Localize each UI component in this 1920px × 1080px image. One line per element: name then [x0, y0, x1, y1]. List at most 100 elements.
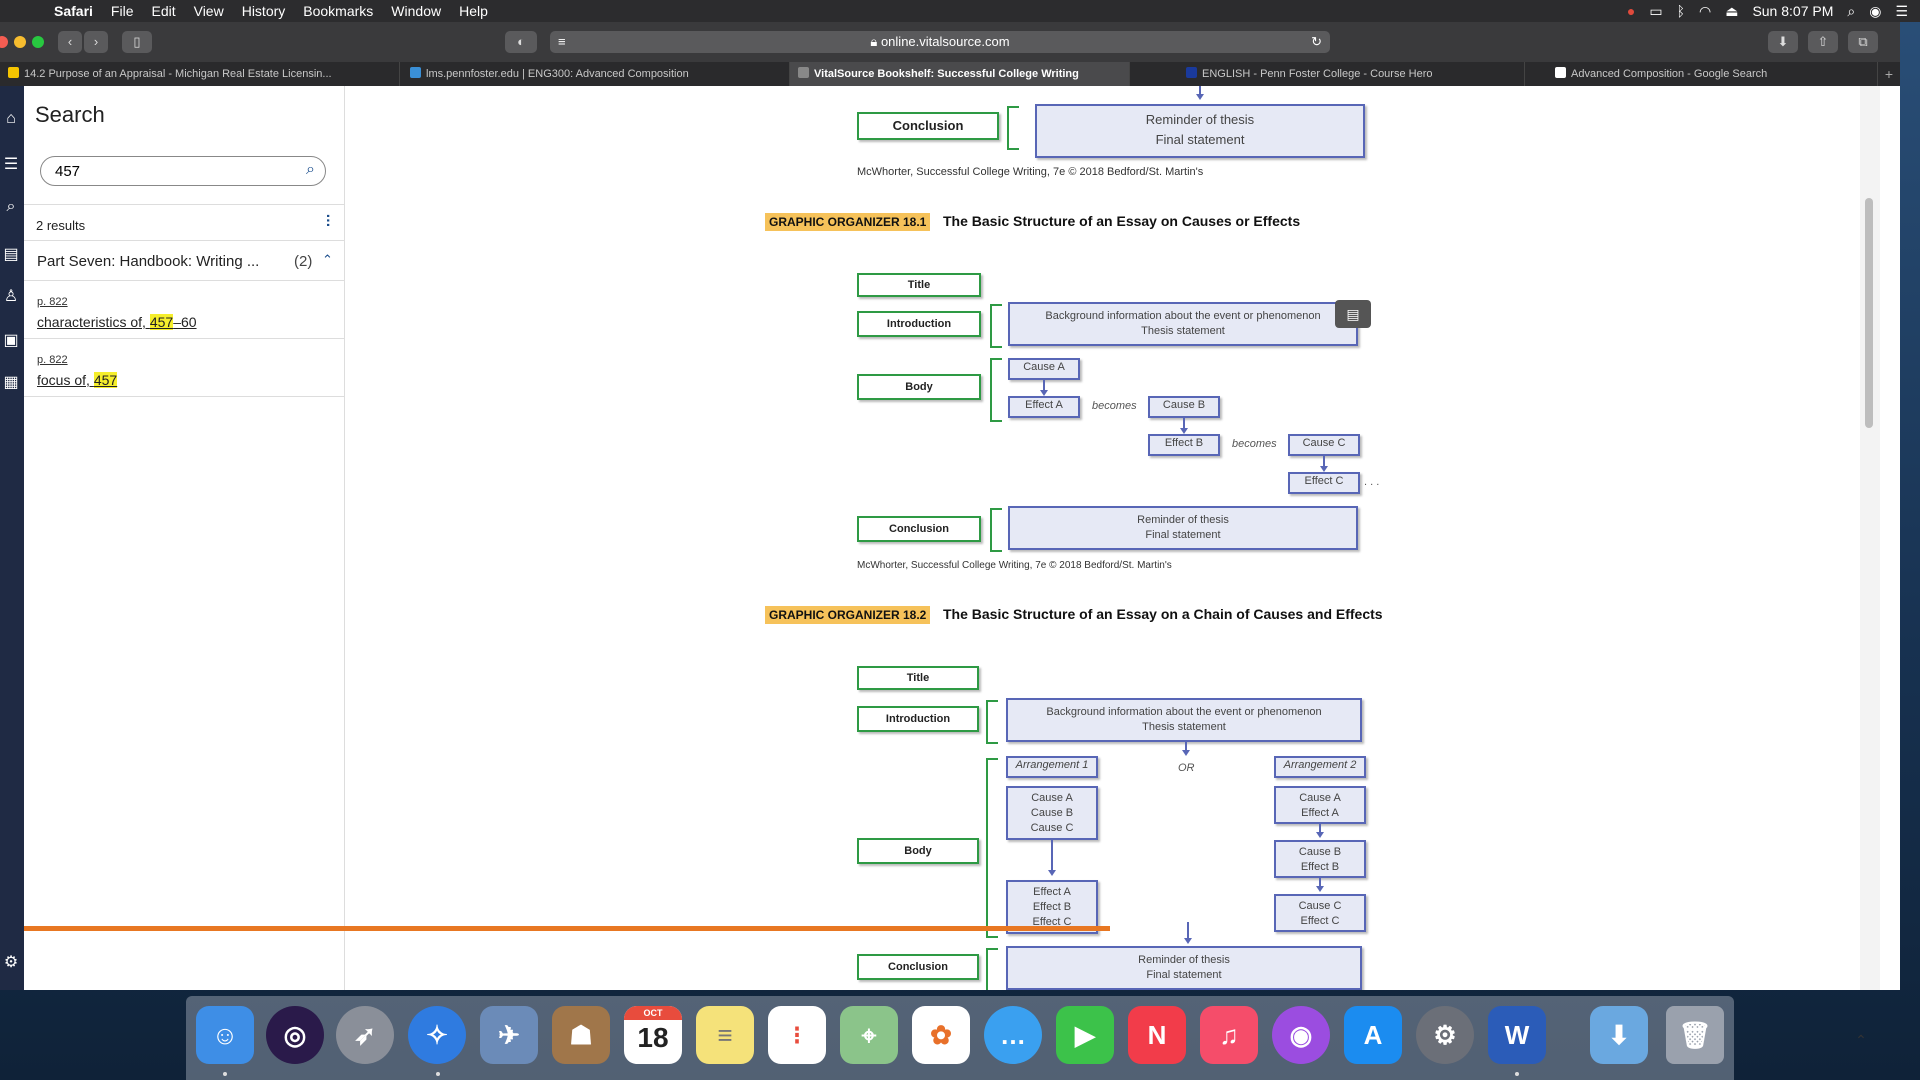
launchpad-icon[interactable]: ➶ — [336, 1006, 394, 1064]
menu-view[interactable]: View — [194, 3, 224, 19]
tab-label: 14.2 Purpose of an Appraisal - Michigan … — [24, 68, 332, 80]
zoom-window-button[interactable] — [32, 36, 44, 48]
tab-course-hero[interactable]: ENGLISH - Penn Foster College - Course H… — [1130, 62, 1525, 86]
safari-icon[interactable]: ✧ — [408, 1006, 466, 1064]
book-icon[interactable]: ▤ — [2, 244, 20, 263]
calendar-icon[interactable]: OCT 18 — [624, 1006, 682, 1064]
go2-conclusion-label: Conclusion — [857, 954, 979, 980]
result-link[interactable]: characteristics of, 457–60 — [37, 314, 197, 330]
bracket — [990, 358, 1002, 422]
close-window-button[interactable] — [0, 36, 8, 48]
app-store-icon[interactable]: A — [1344, 1006, 1402, 1064]
contacts-icon[interactable]: ☗ — [552, 1006, 610, 1064]
chevron-up-icon[interactable]: ⌃ — [322, 252, 333, 268]
result-page-link[interactable]: p. 822 — [37, 354, 68, 366]
airplay-icon[interactable]: ▭ — [1649, 3, 1662, 20]
bracket — [1007, 106, 1019, 150]
sidebar-toggle-icon[interactable]: ▯ — [122, 31, 152, 53]
filter-icon[interactable]: ⫶ — [326, 214, 330, 232]
tab-bar: 14.2 Purpose of an Appraisal - Michigan … — [0, 62, 1900, 86]
facetime-icon[interactable]: ▶ — [1056, 1006, 1114, 1064]
go2-title-box: Title — [857, 666, 979, 690]
reader-scrollbar[interactable] — [1860, 86, 1880, 990]
settings-icon[interactable]: ⚙ — [2, 952, 20, 971]
finder-icon[interactable]: ☺ — [196, 1006, 254, 1064]
flashcards-icon[interactable]: ▣ — [2, 330, 20, 349]
word-icon[interactable]: W — [1488, 1006, 1546, 1064]
tab-pennfoster-lms[interactable]: lms.pennfoster.edu | ENG300: Advanced Co… — [400, 62, 790, 86]
arrow-down-icon — [1182, 750, 1190, 756]
result-page-link[interactable]: p. 822 — [37, 296, 68, 308]
tab-vitalsource[interactable]: VitalSource Bookshelf: Successful Colleg… — [790, 62, 1130, 86]
notifications-icon[interactable]: ♙ — [2, 286, 20, 305]
go1-cause-a: Cause A — [1008, 358, 1080, 380]
home-icon[interactable]: ⌂ — [2, 110, 20, 128]
contents-icon[interactable]: ☰ — [2, 154, 20, 173]
ellipsis-label: . . . — [1364, 476, 1380, 488]
comment-icon[interactable]: ▤ — [1335, 300, 1371, 328]
go2-arrangement-2: Arrangement 2 — [1274, 756, 1366, 778]
address-bar[interactable]: ≡ 🔒︎ online.vitalsource.com ↻ — [550, 31, 1330, 53]
divider — [24, 396, 344, 397]
messages-icon[interactable]: … — [984, 1006, 1042, 1064]
search-input[interactable] — [53, 162, 287, 181]
tab-appraisal[interactable]: 14.2 Purpose of an Appraisal - Michigan … — [0, 62, 400, 86]
downloads-icon[interactable]: ⬇ — [1768, 31, 1798, 53]
menubar-clock[interactable]: Sun 8:07 PM — [1752, 3, 1833, 19]
photos-icon[interactable]: ✿ — [912, 1006, 970, 1064]
chevron-up-icon[interactable]: ⌃ — [1846, 1032, 1876, 1050]
conclusion-line: Final statement — [1155, 132, 1245, 147]
wifi-icon[interactable]: ◠ — [1699, 3, 1711, 20]
forward-button[interactable]: › — [84, 31, 108, 53]
result-group-count: (2) — [294, 253, 313, 270]
result-group-header[interactable]: Part Seven: Handbook: Writing ... (2) ⌃ — [37, 252, 337, 270]
top-conclusion-box: Reminder of thesis Final statement — [1035, 104, 1365, 158]
minimize-window-button[interactable] — [14, 36, 26, 48]
results-count: 2 results — [36, 218, 86, 233]
search-submit-icon[interactable]: ⌕ — [306, 161, 315, 179]
maps-icon[interactable]: ⌖ — [840, 1006, 898, 1064]
preview-icon[interactable]: ✈ — [480, 1006, 538, 1064]
tab-google-search[interactable]: Advanced Composition - Google Search — [1525, 62, 1878, 86]
siri-icon[interactable]: ◉ — [1869, 3, 1881, 20]
menu-bookmarks[interactable]: Bookmarks — [303, 3, 373, 19]
music-icon[interactable]: ♫ — [1200, 1006, 1258, 1064]
go1-conclusion-box: Reminder of thesis Final statement — [1008, 506, 1358, 550]
reminders-icon[interactable]: ⁝ — [768, 1006, 826, 1064]
go1-effect-c: Effect C — [1288, 472, 1360, 494]
arrow-down-icon — [1316, 832, 1324, 838]
downloads-folder-icon[interactable]: ⬇ — [1590, 1006, 1648, 1064]
notes-icon[interactable]: ▦ — [2, 372, 20, 391]
new-tab-button[interactable]: + — [1878, 62, 1900, 86]
menu-app-name[interactable]: Safari — [54, 3, 93, 19]
bluetooth-icon[interactable]: ᛒ — [1677, 3, 1685, 19]
go1-cause-b: Cause B — [1148, 396, 1220, 418]
go1-cause-c: Cause C — [1288, 434, 1360, 456]
reader-view-icon[interactable]: ≡ — [558, 31, 566, 53]
tabs-overview-icon[interactable]: ⧉ — [1848, 31, 1878, 53]
menu-file[interactable]: File — [111, 3, 134, 19]
spotlight-icon[interactable]: ⌕ — [1847, 3, 1855, 20]
back-button[interactable]: ‹ — [58, 31, 82, 53]
menu-edit[interactable]: Edit — [151, 3, 175, 19]
menu-help[interactable]: Help — [459, 3, 488, 19]
creative-cloud-icon[interactable]: ● — [1627, 3, 1635, 19]
privacy-shield-icon[interactable]: ◐ — [505, 31, 537, 53]
podcasts-icon[interactable]: ◉ — [1272, 1006, 1330, 1064]
notes-app-icon[interactable]: ≡ — [696, 1006, 754, 1064]
share-icon[interactable]: ⇧ — [1808, 31, 1838, 53]
reload-icon[interactable]: ↻ — [1311, 31, 1322, 53]
connector-line — [1051, 840, 1053, 872]
result-link[interactable]: focus of, 457 — [37, 372, 118, 388]
trash-icon[interactable]: 🗑︎ — [1666, 1006, 1724, 1064]
menu-window[interactable]: Window — [391, 3, 441, 19]
notification-center-icon[interactable]: ☰ — [1895, 3, 1908, 20]
scrollbar-thumb[interactable] — [1865, 198, 1873, 428]
eject-icon[interactable]: ⏏ — [1725, 3, 1738, 20]
menu-history[interactable]: History — [242, 3, 286, 19]
search-icon[interactable]: ⌕ — [2, 198, 20, 216]
system-preferences-icon[interactable]: ⚙ — [1416, 1006, 1474, 1064]
news-icon[interactable]: N — [1128, 1006, 1186, 1064]
siri-icon[interactable]: ◎ — [266, 1006, 324, 1064]
search-panel-title: Search — [35, 102, 105, 127]
